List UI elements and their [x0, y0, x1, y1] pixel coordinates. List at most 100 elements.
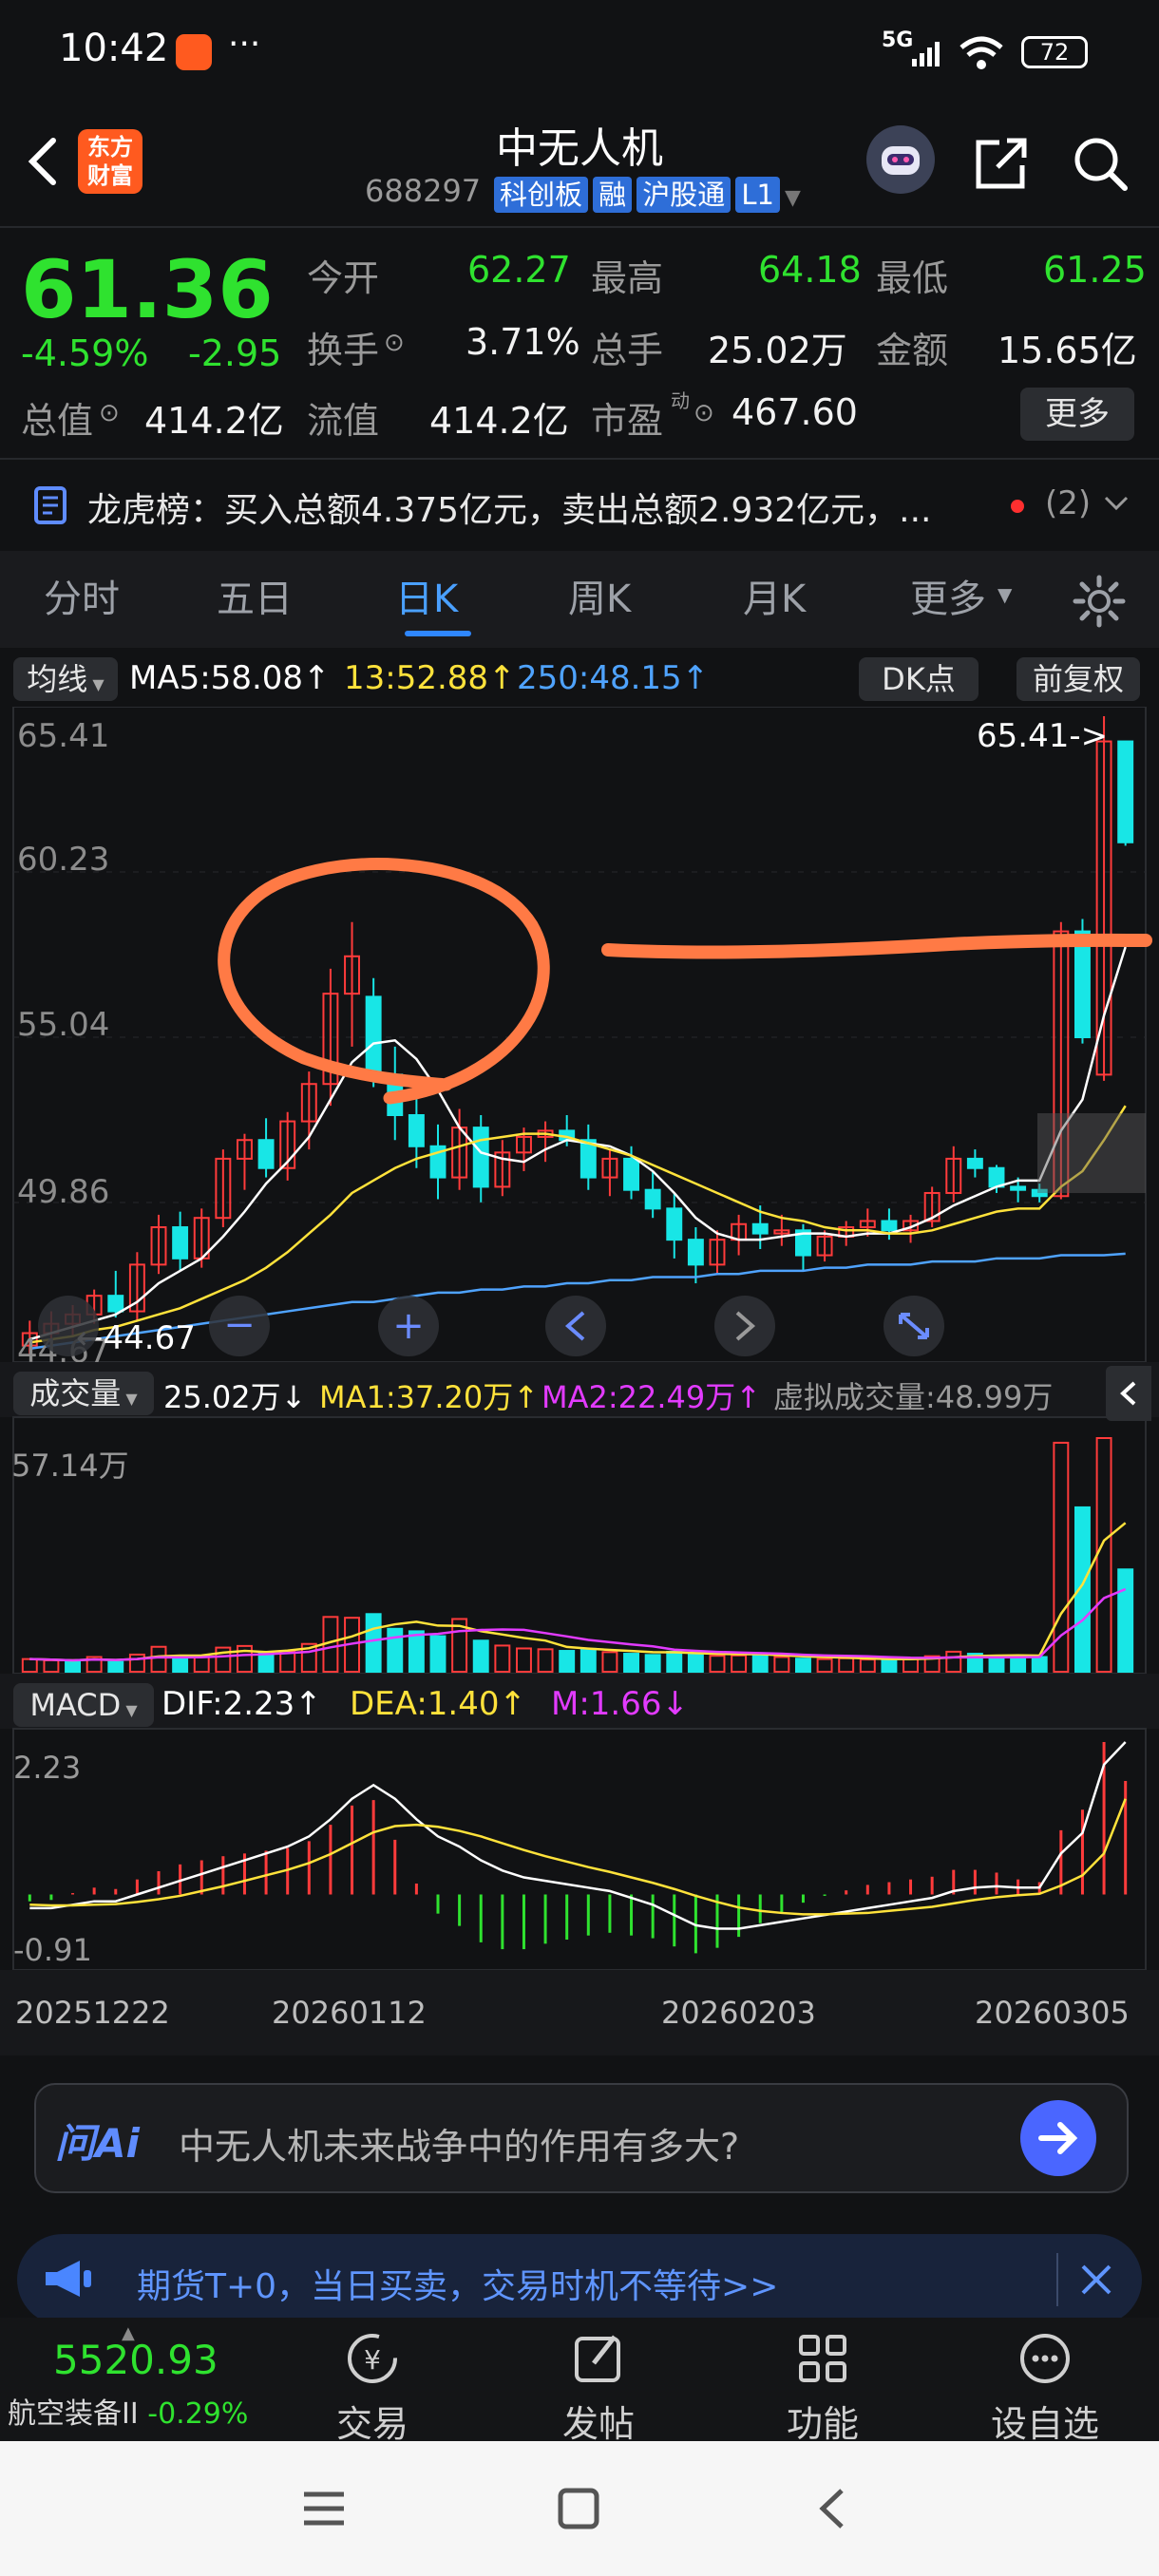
ma-indicator-row: 均线 ▼ MA5:58.08↑ 13:52.88↑ 250:48.15↑ DK点… [0, 650, 1159, 707]
mktcap-label: 总值 [21, 400, 94, 442]
adjustment-button[interactable]: 前复权 [1016, 657, 1140, 701]
dk-point-button[interactable]: DK点 [859, 657, 978, 701]
volume-bar [1010, 1657, 1027, 1673]
macd-selector-label: MACD [29, 1687, 122, 1723]
nav-post[interactable]: 发帖 [513, 2318, 684, 2445]
volume-bar [107, 1660, 124, 1673]
ai-question-input[interactable]: 中无人机未来战争中的作用有多大? [179, 2117, 739, 2169]
volume-ma1: MA1:37.20万↑ [319, 1379, 540, 1415]
mktcap-value: 414.2亿 [144, 400, 284, 442]
more-options-icon [1020, 2334, 1070, 2383]
candle-body [1010, 1185, 1027, 1191]
volume-ma2-text: MA2:22.49万 [542, 1379, 736, 1415]
kline-candles [21, 716, 1134, 1355]
volume-bar [859, 1658, 876, 1673]
mktcap-info-icon[interactable]: ⊙ [99, 399, 120, 427]
volume-bar [128, 1653, 145, 1673]
news-ticker[interactable]: 龙虎榜：买入总额4.375亿元，卖出总额2.932亿元，... (2) [0, 460, 1159, 551]
home-icon[interactable] [555, 2485, 602, 2536]
volume-ma2-line [29, 1587, 1127, 1662]
volume-ma1-line [29, 1522, 1127, 1662]
ai-send-button[interactable] [1020, 2100, 1096, 2176]
tab-daily-k[interactable]: 日K [395, 551, 481, 648]
svg-text:¥: ¥ [364, 2344, 381, 2376]
volume-bar [1053, 1441, 1070, 1674]
volume-bar [902, 1657, 920, 1673]
search-icon[interactable] [1070, 133, 1130, 198]
pe-label: 市盈 [591, 400, 664, 442]
trade-icon: ¥ [348, 2334, 397, 2383]
banner-divider [1056, 2253, 1058, 2306]
tab-more[interactable]: 更多 [910, 551, 996, 648]
volume-bar [1117, 1568, 1134, 1673]
volume-bar [1031, 1656, 1048, 1673]
volume-bar [945, 1650, 962, 1673]
tag-sh-connect: 沪股通 [636, 177, 732, 213]
macd-dif-text: DIF:2.23 [162, 1685, 295, 1723]
more-quote-button[interactable]: 更多 [1020, 388, 1134, 441]
ask-ai-bar[interactable]: 问Ai 中无人机未来战争中的作用有多大? [34, 2083, 1129, 2193]
tab-five-day[interactable]: 五日 [217, 551, 302, 648]
candle-body [966, 1157, 983, 1169]
share-icon[interactable] [971, 133, 1032, 198]
tag-dropdown-icon[interactable]: ▼ [785, 186, 801, 210]
banner-text: 期货T+0，当日买卖，交易时机不等待>> [137, 2267, 779, 2306]
volume-value: 25.02万 [708, 330, 847, 371]
candle-body [472, 1127, 489, 1188]
macd-dea-text: DEA:1.40 [350, 1685, 500, 1723]
volume-frame [12, 1416, 1147, 1675]
pe-info-icon[interactable]: ⊙ [694, 399, 714, 427]
turnover-info-icon[interactable]: ⊙ [384, 329, 405, 357]
nav-add-watchlist[interactable]: 设自选 [960, 2318, 1130, 2445]
y-label-60: 60.23 [17, 841, 109, 879]
tab-weekly-k[interactable]: 周K [568, 551, 654, 648]
menu-icon[interactable] [300, 2485, 348, 2536]
tab-intraday[interactable]: 分时 [44, 551, 129, 648]
collapse-panel-button[interactable] [1106, 1366, 1151, 1421]
settings-gear-icon[interactable] [1072, 574, 1127, 633]
robot-assistant-icon[interactable] [866, 125, 935, 194]
volume-bar [816, 1657, 833, 1673]
volume-bar [429, 1635, 446, 1673]
tab-monthly-k[interactable]: 月K [743, 551, 828, 648]
annotation-circle [218, 858, 550, 1105]
volume-ma2: MA2:22.49万↑ [542, 1379, 762, 1415]
document-icon [32, 484, 70, 530]
volume-bar [387, 1627, 404, 1673]
ai-brand: 问Ai [55, 2120, 140, 2167]
news-count: (2) [1045, 484, 1092, 522]
nav-functions[interactable]: 功能 [737, 2318, 908, 2445]
candle-body [257, 1139, 275, 1169]
volume-bar [408, 1630, 425, 1673]
volume-bar [365, 1613, 382, 1673]
float-cap-label: 流值 [307, 400, 380, 442]
tab-more-dropdown-icon[interactable]: ▼ [998, 583, 1012, 606]
wifi-icon [958, 34, 1005, 76]
candle-body [623, 1157, 640, 1191]
close-icon[interactable] [1075, 2259, 1117, 2304]
ma13-value: 13:52.88↑ [344, 659, 516, 697]
high-value: 64.18 [758, 249, 862, 291]
sector-index[interactable]: ▲ 5520.93 航空装备II -0.29% [0, 2318, 285, 2441]
volume-bar [150, 1645, 167, 1673]
pe-value: 467.60 [732, 391, 858, 433]
ma-selector[interactable]: 均线 ▼ [13, 657, 118, 701]
volume-ma1-text: MA1:37.20万 [319, 1379, 514, 1415]
change-percent: -4.59% [21, 332, 149, 374]
grid-apps-icon [799, 2335, 846, 2382]
promo-banner[interactable]: 期货T+0，当日买卖，交易时机不等待>> [17, 2234, 1142, 2325]
macd-m: M:1.66↓ [551, 1685, 689, 1723]
macd-selector[interactable]: MACD ▼ [13, 1683, 154, 1727]
candle-body [881, 1220, 898, 1232]
ma5-text: MA5:58.08 [129, 659, 304, 697]
megaphone-icon [42, 2257, 97, 2304]
candle-body [408, 1114, 425, 1147]
plus-icon: + [392, 1304, 425, 1348]
macd-dea: DEA:1.40↑ [350, 1685, 526, 1723]
volume-label: 总手 [591, 330, 664, 371]
nav-trade[interactable]: ¥ 交易 [287, 2318, 458, 2445]
candle-body [687, 1239, 704, 1266]
volume-selector[interactable]: 成交量 ▼ [13, 1372, 154, 1415]
chevron-down-icon[interactable] [1102, 492, 1130, 519]
back-nav-icon[interactable] [809, 2485, 857, 2536]
